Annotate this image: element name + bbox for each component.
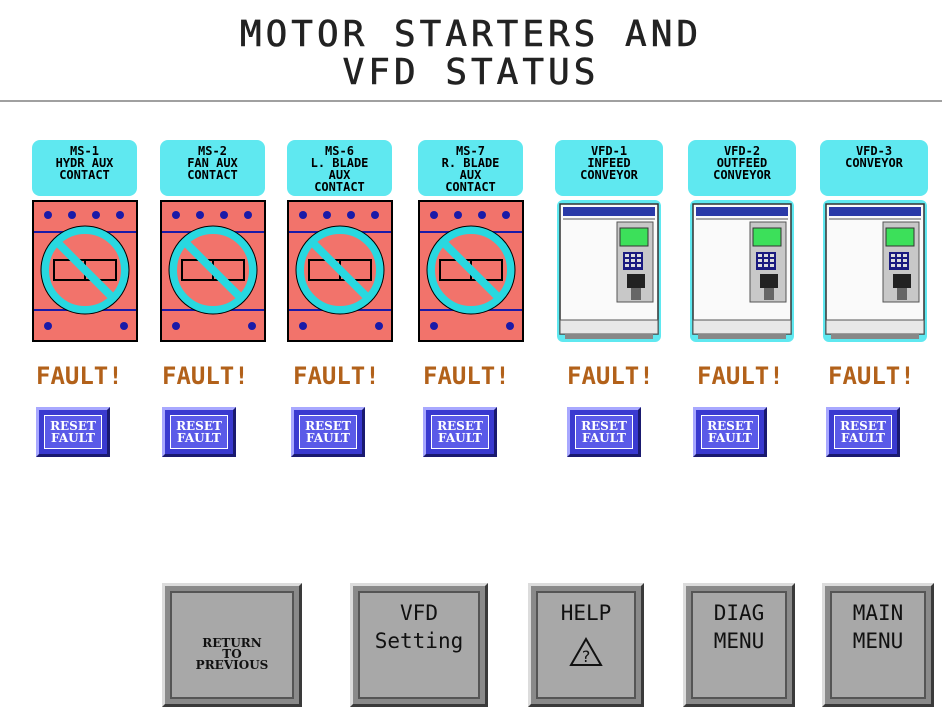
reset-fault-button-face: RESET FAULT [575, 415, 633, 449]
device-label: MS-2 FAN AUX CONTACT [160, 140, 265, 196]
help-warning-icon: ? [569, 637, 603, 666]
reset-fault-button[interactable]: RESET FAULT [567, 407, 641, 457]
help-button[interactable]: HELP? [528, 583, 644, 707]
reset-fault-button[interactable]: RESET FAULT [693, 407, 767, 457]
reset-fault-label: FAULT [177, 431, 221, 445]
reset-fault-button-face: RESET FAULT [44, 415, 102, 449]
reset-fault-button-face: RESET FAULT [701, 415, 759, 449]
device-label: MS-6 L. BLADE AUX CONTACT [287, 140, 392, 196]
reset-fault-button[interactable]: RESET FAULT [36, 407, 110, 457]
nav-button-label: PREVIOUS [195, 657, 269, 672]
main-menu-button-face: MAIN MENU [830, 591, 926, 699]
reset-fault-label: FAULT [306, 431, 350, 445]
nav-button-label: MENU [852, 629, 904, 653]
reset-fault-label: FAULT [841, 431, 885, 445]
return-to-previous-button-face: RETURN TO PREVIOUS [170, 591, 294, 699]
fault-status: FAULT! [423, 362, 510, 390]
device-label-line: CONTACT [187, 168, 238, 182]
vfd-setting-button-face: VFD Setting [358, 591, 480, 699]
reset-fault-button-face: RESET FAULT [170, 415, 228, 449]
diag-menu-button[interactable]: DIAG MENU [683, 583, 795, 707]
device-label: VFD-1 INFEED CONVEYOR [555, 140, 663, 196]
reset-fault-button-face: RESET FAULT [834, 415, 892, 449]
fault-status: FAULT! [36, 362, 123, 390]
reset-fault-label: FAULT [708, 431, 752, 445]
help-icon-glyph: ? [581, 647, 591, 666]
reset-fault-button-face: RESET FAULT [299, 415, 357, 449]
device-label: MS-1 HYDR AUX CONTACT [32, 140, 137, 196]
reset-fault-label: FAULT [51, 431, 95, 445]
motor-starter-icon [418, 200, 524, 342]
fault-status: FAULT! [162, 362, 249, 390]
reset-fault-button[interactable]: RESET FAULT [291, 407, 365, 457]
page-title-line-2: VFD STATUS [342, 52, 600, 94]
diag-menu-button-face: DIAG MENU [691, 591, 787, 699]
reset-fault-button[interactable]: RESET FAULT [826, 407, 900, 457]
fault-status: FAULT! [567, 362, 654, 390]
vfd-setting-button[interactable]: VFD Setting [350, 583, 488, 707]
nav-button-label: MAIN [852, 601, 904, 625]
main-menu-button[interactable]: MAIN MENU [822, 583, 934, 707]
device-label: MS-7 R. BLADE AUX CONTACT [418, 140, 523, 196]
device-label: VFD-3 CONVEYOR [820, 140, 928, 196]
help-button-face: HELP? [536, 591, 636, 699]
fault-status: FAULT! [697, 362, 784, 390]
nav-button-label: VFD [400, 601, 438, 625]
motor-starter-icon [287, 200, 393, 342]
device-label-line: CONTACT [445, 180, 496, 194]
device-label-line: CONVEYOR [713, 168, 771, 182]
reset-fault-button-face: RESET FAULT [431, 415, 489, 449]
title-bar: MOTOR STARTERS AND VFD STATUS [0, 0, 942, 102]
vfd-drive-icon [823, 200, 927, 342]
reset-fault-label: FAULT [582, 431, 626, 445]
reset-fault-button[interactable]: RESET FAULT [423, 407, 497, 457]
nav-button-label: MENU [713, 629, 765, 653]
motor-starter-icon [160, 200, 266, 342]
fault-status: FAULT! [293, 362, 380, 390]
device-label: VFD-2 OUTFEED CONVEYOR [688, 140, 796, 196]
return-to-previous-button[interactable]: RETURN TO PREVIOUS [162, 583, 302, 707]
device-label-line: CONVEYOR [580, 168, 638, 182]
nav-button-label: Setting [374, 629, 464, 653]
device-label-line: CONVEYOR [845, 156, 903, 170]
device-label-line: CONTACT [314, 180, 365, 194]
motor-starter-icon [32, 200, 138, 342]
nav-button-label: HELP [560, 601, 612, 625]
vfd-drive-icon [690, 200, 794, 342]
fault-status: FAULT! [828, 362, 915, 390]
reset-fault-button[interactable]: RESET FAULT [162, 407, 236, 457]
nav-button-label: DIAG [713, 601, 765, 625]
page-title-line-1: MOTOR STARTERS AND [239, 14, 703, 56]
reset-fault-label: FAULT [438, 431, 482, 445]
device-label-line: CONTACT [59, 168, 110, 182]
vfd-drive-icon [557, 200, 661, 342]
